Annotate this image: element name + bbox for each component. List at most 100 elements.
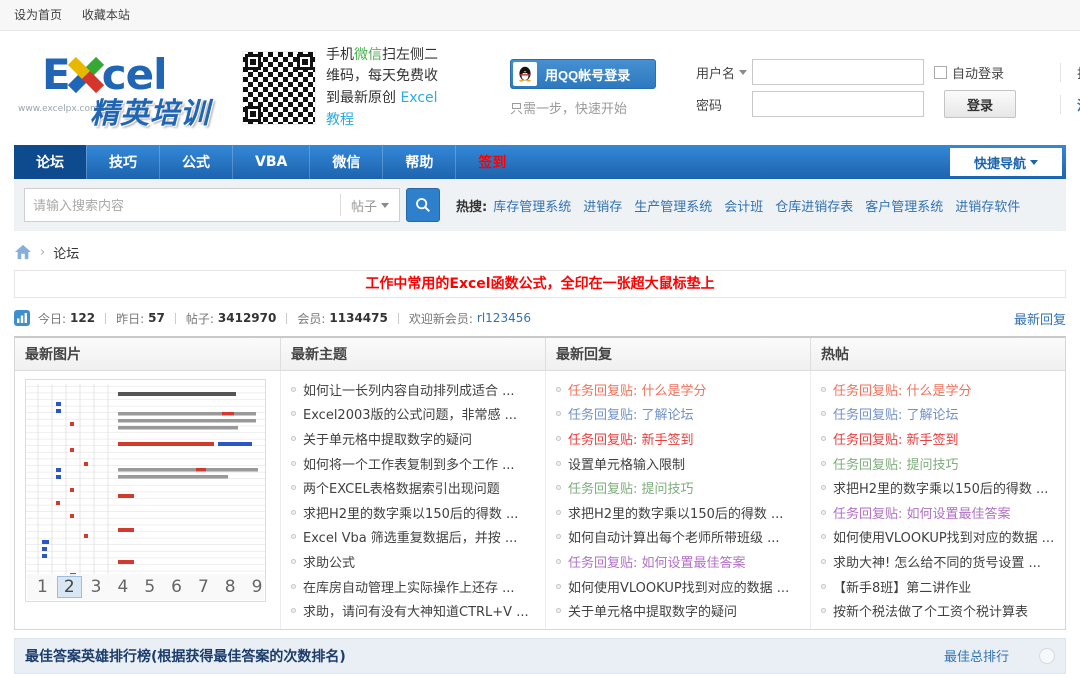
topic-list-item[interactable]: Excel Vba 筛选重复数据后，并按 ...	[281, 525, 545, 550]
bullet-icon	[291, 436, 296, 441]
image-page-number[interactable]: 7	[191, 576, 216, 598]
username-type-dropdown-icon[interactable]	[739, 70, 747, 75]
column-header-hot-posts: 热帖	[810, 338, 1065, 370]
reply-list-item[interactable]: 任务回复贴: 如何设置最佳答案	[546, 549, 810, 574]
hot-post-list-item[interactable]: 求助大神! 怎么给不同的货号设置 ...	[811, 549, 1065, 574]
image-page-number[interactable]: 6	[164, 576, 189, 598]
login-form: 用户名 自动登录 找回密码 密码 登录 注册	[696, 54, 1080, 122]
latest-reply-link[interactable]: 最新回复	[1014, 309, 1066, 328]
hot-keyword-link[interactable]: 库存管理系统	[493, 196, 571, 215]
site-logo[interactable]: E cel www.excelpx.com 精英培训	[14, 42, 228, 134]
nav-tab[interactable]: 公式	[159, 145, 232, 179]
reply-list-item[interactable]: 如何自动计算出每个老师所带班级 ...	[546, 525, 810, 550]
hot-post-list-item[interactable]: 任务回复贴: 提问技巧	[811, 451, 1065, 476]
latest-image-thumbnail[interactable]: 123456789	[25, 379, 266, 602]
nav-tab[interactable]: 帮助	[382, 145, 455, 179]
reply-title: 任务回复贴: 提问技巧	[568, 478, 694, 497]
search-scope-select[interactable]: 帖子	[340, 194, 399, 216]
reply-list-item[interactable]: 任务回复贴: 提问技巧	[546, 475, 810, 500]
hot-keyword-link[interactable]: 会计班	[724, 196, 763, 215]
yesterday-label: 昨日:	[116, 310, 144, 327]
nav-tab[interactable]: 签到	[455, 145, 528, 179]
hot-post-list-item[interactable]: 如何使用VLOOKUP找到对应的数据 ...	[811, 525, 1065, 550]
set-home-link[interactable]: 设为首页	[14, 8, 62, 22]
hot-post-list-item[interactable]: 任务回复贴: 什么是学分	[811, 377, 1065, 402]
hot-keyword-link[interactable]: 进销存软件	[955, 196, 1020, 215]
quick-nav-button[interactable]: 快捷导航	[950, 148, 1062, 176]
topic-list-item[interactable]: 关于单元格中提取数字的疑问	[281, 426, 545, 451]
hot-post-title: 任务回复贴: 新手签到	[833, 429, 959, 448]
bullet-icon	[556, 534, 561, 539]
image-page-number[interactable]: 2	[57, 576, 82, 598]
reply-list-item[interactable]: 求把H2里的数字乘以150后的得数 ...	[546, 500, 810, 525]
search-bar: 帖子 热搜: 库存管理系统进销存生产管理系统会计班仓库进销存表客户管理系统进销存…	[14, 179, 1066, 231]
image-page-number[interactable]: 5	[137, 576, 162, 598]
reply-title: 求把H2里的数字乘以150后的得数 ...	[568, 503, 783, 522]
hot-keyword-link[interactable]: 仓库进销存表	[775, 196, 853, 215]
topic-list-item[interactable]: 求把H2里的数字乘以150后的得数 ...	[281, 500, 545, 525]
reply-title: 任务回复贴: 如何设置最佳答案	[568, 552, 746, 571]
search-input[interactable]	[25, 190, 340, 220]
topbar: 设为首页 收藏本站	[0, 0, 1080, 31]
image-page-number[interactable]: 8	[218, 576, 243, 598]
password-input[interactable]	[752, 91, 924, 117]
topic-list-item[interactable]: Excel2003版的公式问题，非常感 ...	[281, 402, 545, 427]
hot-post-list-item[interactable]: 任务回复贴: 了解论坛	[811, 402, 1065, 427]
nav-tab[interactable]: 论坛	[14, 145, 86, 179]
main-nav: 论坛技巧公式VBA微信帮助签到 快捷导航	[14, 145, 1066, 179]
bookmark-link[interactable]: 收藏本站	[82, 8, 130, 22]
breadcrumb-forum[interactable]: 论坛	[53, 243, 79, 262]
reply-list-item[interactable]: 如何使用VLOOKUP找到对应的数据 ...	[546, 574, 810, 599]
reply-title: 如何使用VLOOKUP找到对应的数据 ...	[568, 577, 789, 596]
stats-bar: 今日:122 昨日:57 帖子:3412970 会员:1134475 欢迎新会员…	[14, 304, 1066, 332]
reply-list-item[interactable]: 任务回复贴: 什么是学分	[546, 377, 810, 402]
hot-post-list-item[interactable]: 【新手8班】第二讲作业	[811, 574, 1065, 599]
image-page-number[interactable]: 9	[245, 576, 266, 598]
search-button[interactable]	[406, 188, 440, 222]
hot-post-list-item[interactable]: 任务回复贴: 新手签到	[811, 426, 1065, 451]
topic-list-item[interactable]: 两个EXCEL表格数据索引出现问题	[281, 475, 545, 500]
image-pagination: 123456789	[27, 574, 264, 600]
latest-topics-column: 如何让一长列内容自动排列成适合 ... Excel2003版的公式问题，非常感 …	[280, 371, 545, 629]
topic-title: 如何将一个工作表复制到多个工作 ...	[303, 454, 515, 473]
column-header-latest-replies: 最新回复	[545, 338, 810, 370]
hot-post-list-item[interactable]: 求把H2里的数字乘以150后的得数 ...	[811, 475, 1065, 500]
image-page-number[interactable]: 3	[84, 576, 109, 598]
nav-tab[interactable]: 技巧	[86, 145, 159, 179]
reply-list-item[interactable]: 关于单元格中提取数字的疑问	[546, 598, 810, 623]
collapse-toggle-icon[interactable]	[1039, 648, 1055, 664]
auto-login-checkbox[interactable]	[934, 66, 947, 79]
reply-list-item[interactable]: 任务回复贴: 了解论坛	[546, 402, 810, 427]
username-input[interactable]	[752, 59, 924, 85]
hot-post-list-item[interactable]: 任务回复贴: 如何设置最佳答案	[811, 500, 1065, 525]
reply-list-item[interactable]: 设置单元格输入限制	[546, 451, 810, 476]
topic-title: 求把H2里的数字乘以150后的得数 ...	[303, 503, 518, 522]
qr-finder-icon	[245, 54, 261, 70]
hot-post-list-item[interactable]: 按新个税法做了个工资个税计算表	[811, 598, 1065, 623]
topic-list-item[interactable]: 在库房自动管理上实际操作上还存 ...	[281, 574, 545, 599]
hot-keyword-link[interactable]: 进销存	[583, 196, 622, 215]
reply-list-item[interactable]: 任务回复贴: 新手签到	[546, 426, 810, 451]
image-page-number[interactable]: 4	[110, 576, 135, 598]
nav-tab[interactable]: 微信	[309, 145, 382, 179]
hot-posts-column: 任务回复贴: 什么是学分 任务回复贴: 了解论坛 任务回复贴: 新手签到 任务回…	[810, 371, 1065, 629]
topic-list-item[interactable]: 如何让一长列内容自动排列成适合 ...	[281, 377, 545, 402]
hot-keyword-link[interactable]: 生产管理系统	[634, 196, 712, 215]
username-label: 用户名	[696, 63, 735, 82]
topic-list-item[interactable]: 求助公式	[281, 549, 545, 574]
bullet-icon	[291, 534, 296, 539]
total-rank-link[interactable]: 最佳总排行	[944, 646, 1009, 665]
logo-text-e: E	[42, 50, 70, 99]
login-button[interactable]: 登录	[944, 90, 1016, 118]
home-icon[interactable]	[14, 244, 32, 260]
qq-login-button[interactable]: 用QQ帐号登录	[510, 59, 656, 89]
posts-value: 3412970	[218, 311, 276, 325]
nav-tab[interactable]: VBA	[232, 145, 309, 179]
image-page-number[interactable]: 1	[30, 576, 55, 598]
topic-title: 求助公式	[303, 552, 355, 571]
topic-list-item[interactable]: 如何将一个工作表复制到多个工作 ...	[281, 451, 545, 476]
hot-keyword-link[interactable]: 客户管理系统	[865, 196, 943, 215]
topic-list-item[interactable]: 求助，请问有没有大神知道CTRL+V ...	[281, 598, 545, 623]
new-member-link[interactable]: rl123456	[477, 311, 531, 325]
announcement-link[interactable]: 工作中常用的Excel函数公式，全印在一张超大鼠标垫上	[365, 276, 714, 292]
